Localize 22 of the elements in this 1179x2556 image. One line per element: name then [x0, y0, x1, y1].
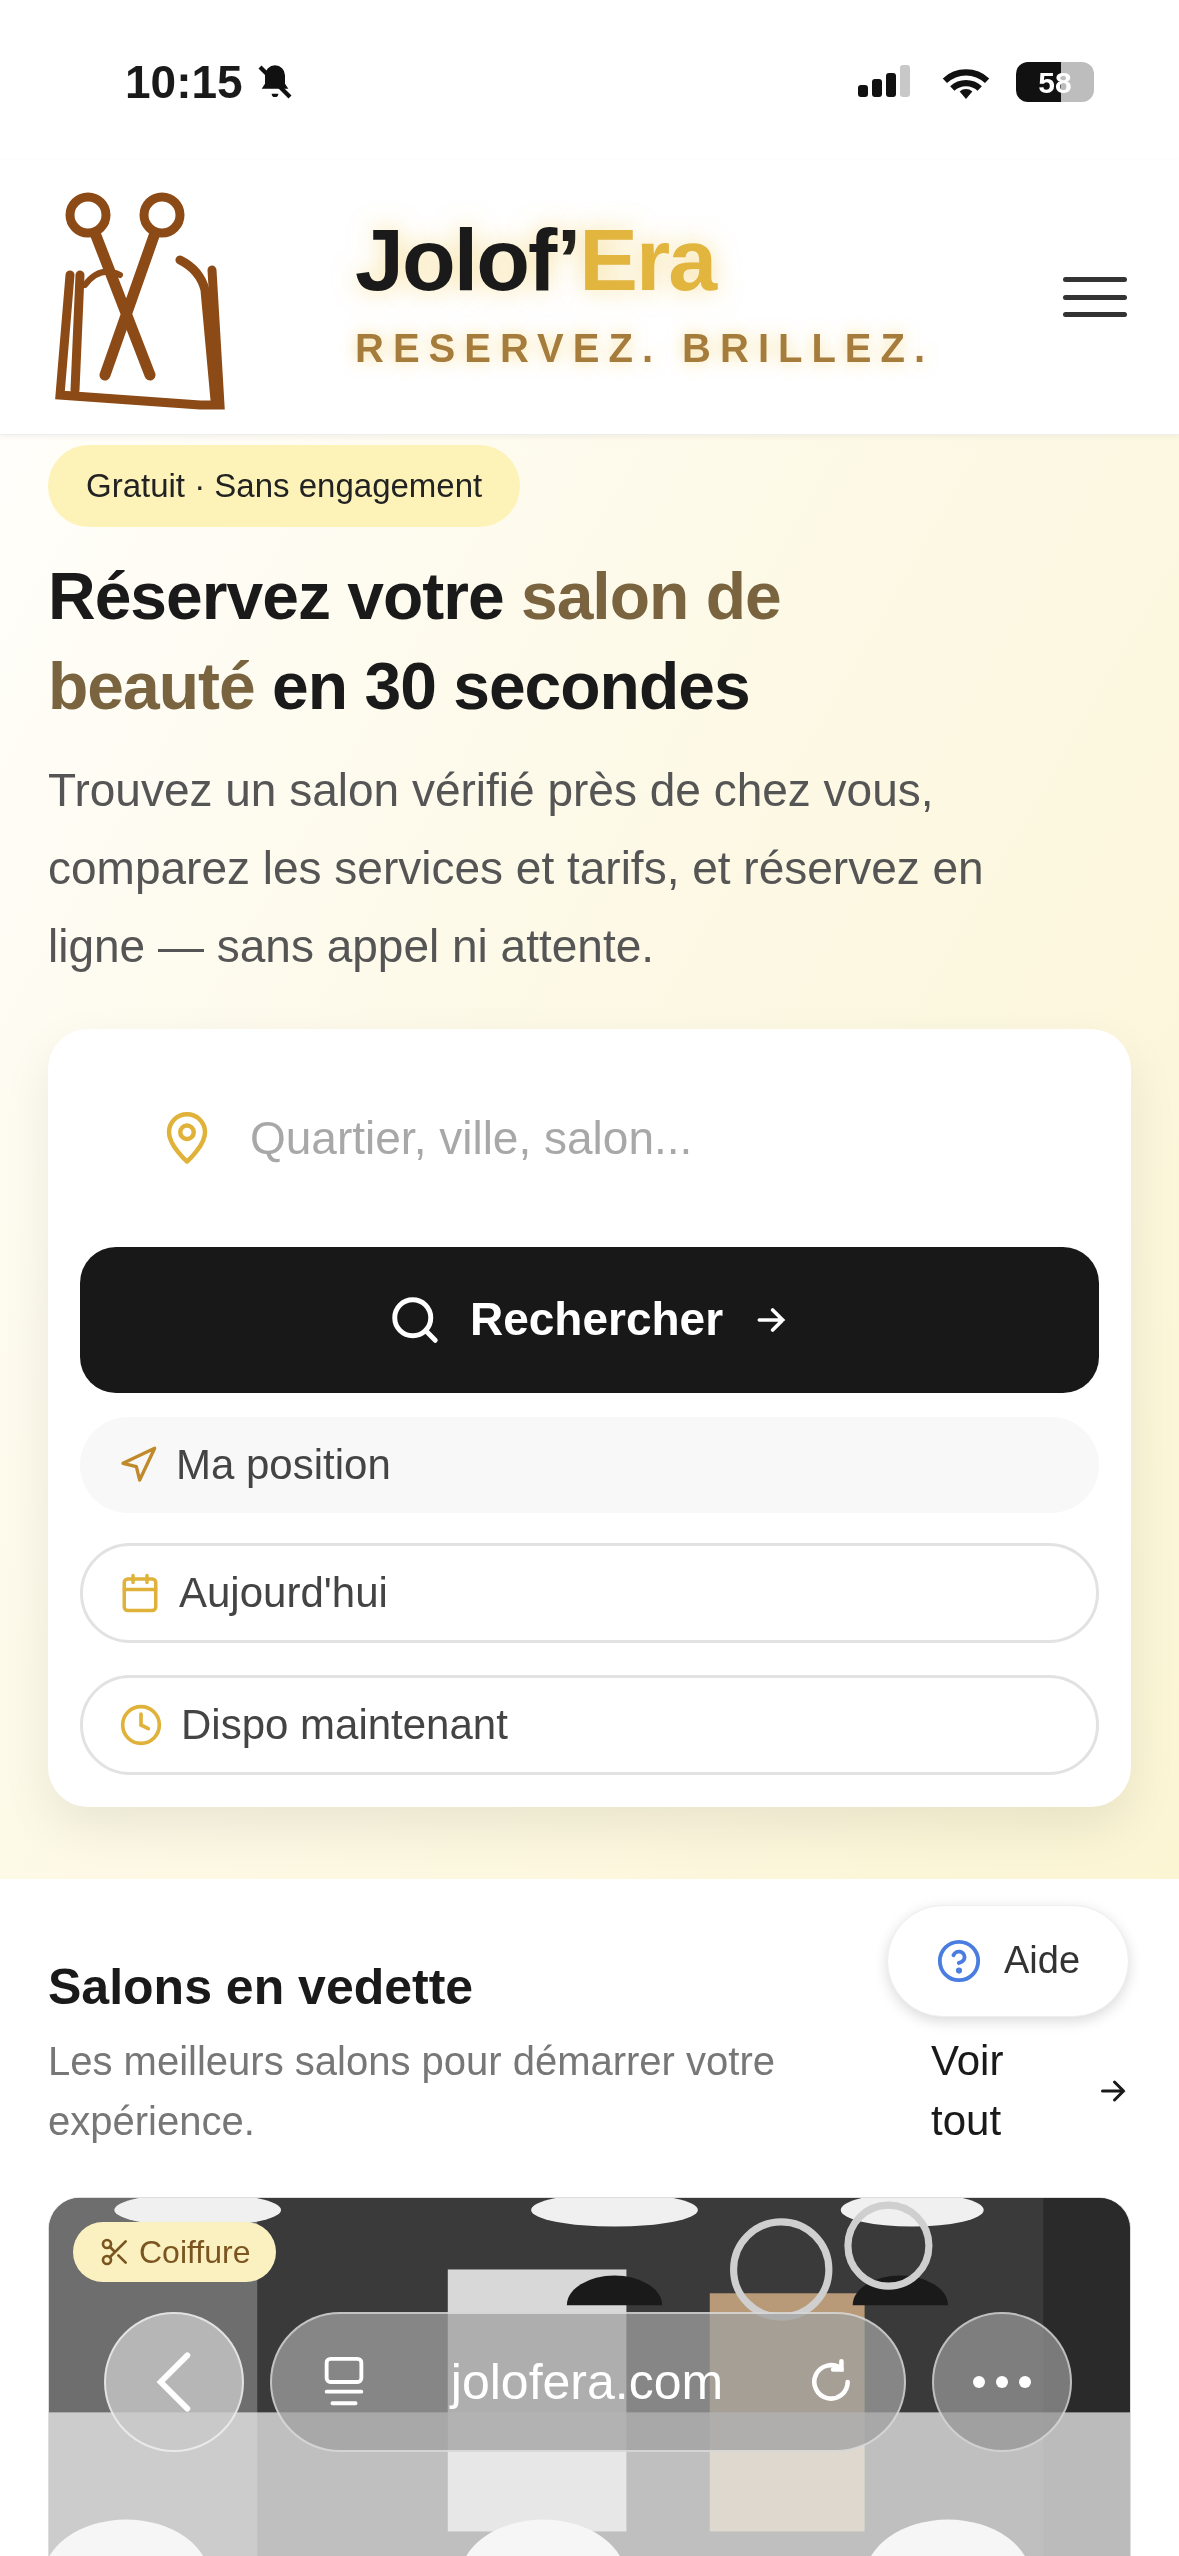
filter-chip[interactable]: Dispo maintenant: [80, 1674, 1099, 1775]
brand-tagline: RESERVEZ. BRILLEZ.: [355, 325, 935, 372]
navigation-arrow-icon: [118, 1444, 158, 1485]
status-time: 10:15: [125, 54, 243, 110]
hero-description: Trouvez un salon vérifié près de chez vous, comparez les services et tarifs, et réservez en ligne — sans appel ni attente.: [48, 762, 985, 974]
calendar-icon: [119, 1571, 161, 1614]
filter-chip[interactable]: Aujourd'hui: [80, 1542, 1099, 1643]
category-badge: Coiffure: [73, 2221, 277, 2282]
search-button[interactable]: Rechercher: [80, 1246, 1099, 1393]
more-icon: [972, 2375, 1032, 2389]
my-location-button[interactable]: Ma position: [80, 1416, 1099, 1513]
hero-heading: Réservez votre salon de beauté en 30 secondes: [48, 557, 782, 725]
url-text: jolofera.com: [448, 2352, 725, 2412]
see-all-link[interactable]: Voir tout: [931, 2030, 1131, 2151]
help-button[interactable]: Aide: [887, 1904, 1129, 2017]
section-title: Salons en vedette: [48, 1957, 474, 2017]
search-field[interactable]: Quartier, ville, salon...: [250, 1104, 1019, 1173]
clock-icon: [119, 1702, 163, 1747]
section-subtitle: Les meilleurs salons pour démarrer votre expérience.: [48, 2037, 776, 2145]
brand-title: Jolof’Era: [355, 216, 718, 304]
free-badge: Gratuit · Sans engagement: [48, 445, 521, 527]
help-icon: [935, 1937, 982, 1984]
